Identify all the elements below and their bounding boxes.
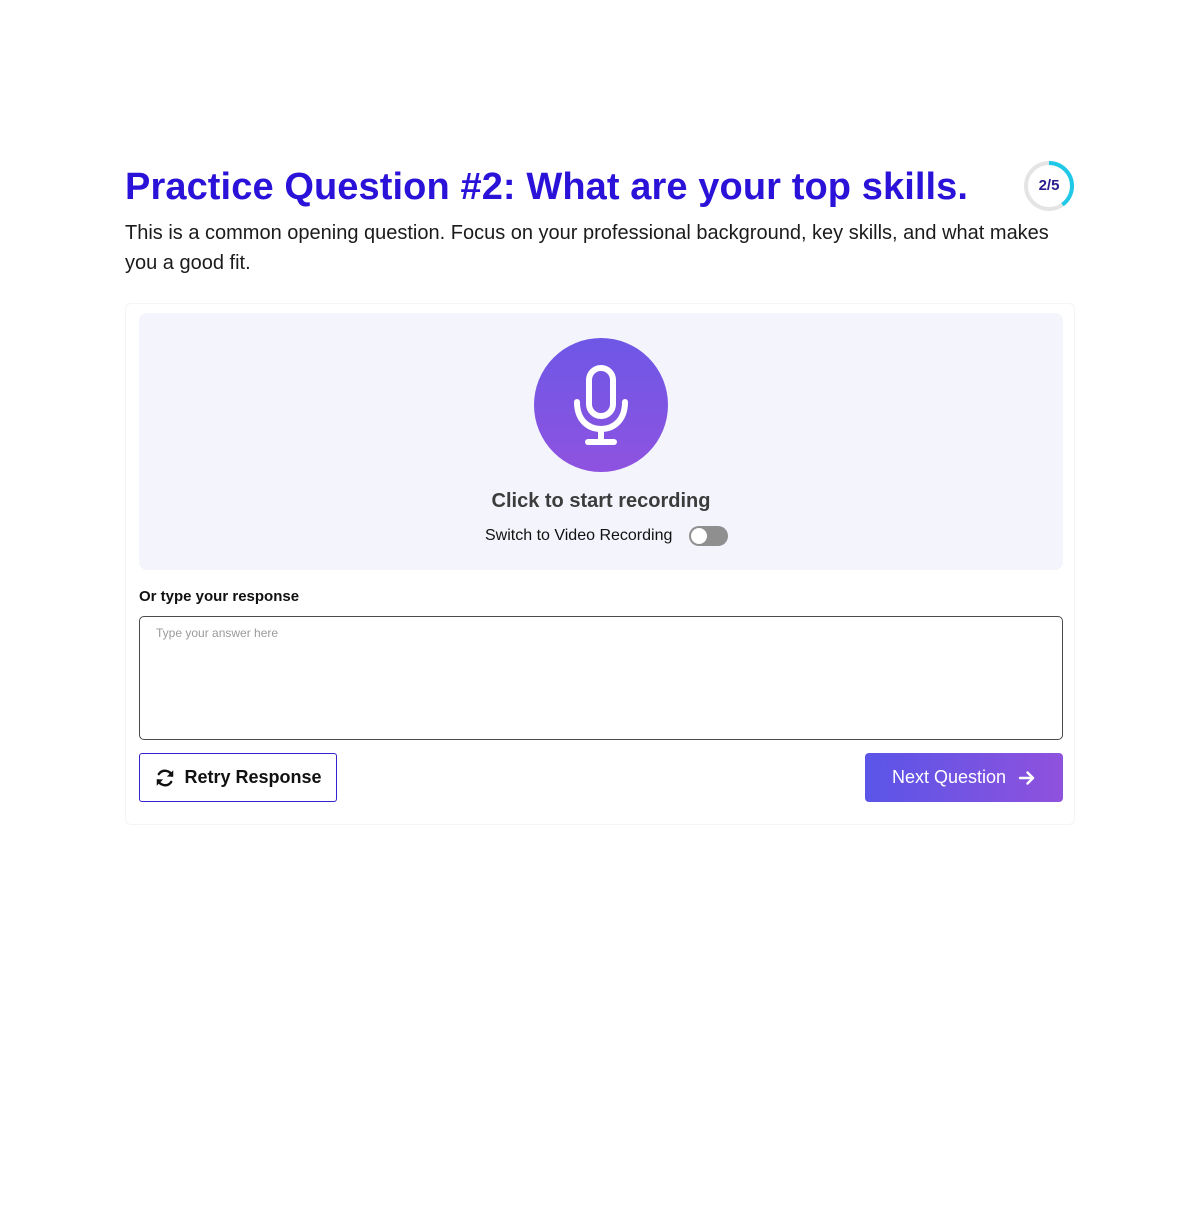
video-recording-toggle[interactable] — [689, 526, 729, 546]
progress-label: 2/5 — [1038, 177, 1060, 194]
record-button[interactable] — [534, 338, 668, 472]
question-description: This is a common opening question. Focus… — [125, 222, 1049, 274]
question-title: Practice Question #2: What are your top … — [125, 166, 969, 208]
retry-response-label: Retry Response — [184, 767, 322, 787]
arrow-right-icon — [1018, 769, 1036, 787]
response-card: Click to start recording Switch to Video… — [125, 303, 1075, 825]
video-switch-row: Switch to Video Recording — [485, 524, 729, 548]
video-switch-label: Switch to Video Recording — [485, 527, 673, 544]
record-prompt: Click to start recording — [491, 490, 711, 512]
microphone-icon — [574, 365, 628, 445]
typed-response-label: Or type your response — [139, 588, 300, 605]
progress-indicator: 2/5 — [1023, 160, 1075, 212]
next-question-button[interactable]: Next Question — [865, 753, 1063, 802]
next-question-label: Next Question — [891, 767, 1007, 787]
practice-question-page: Practice Question #2: What are your top … — [125, 160, 1075, 825]
retry-response-button[interactable]: Retry Response — [139, 753, 337, 802]
refresh-icon — [154, 767, 176, 789]
toggle-knob — [691, 528, 708, 544]
answer-textarea[interactable] — [139, 616, 1063, 740]
recording-panel: Click to start recording Switch to Video… — [139, 313, 1063, 570]
